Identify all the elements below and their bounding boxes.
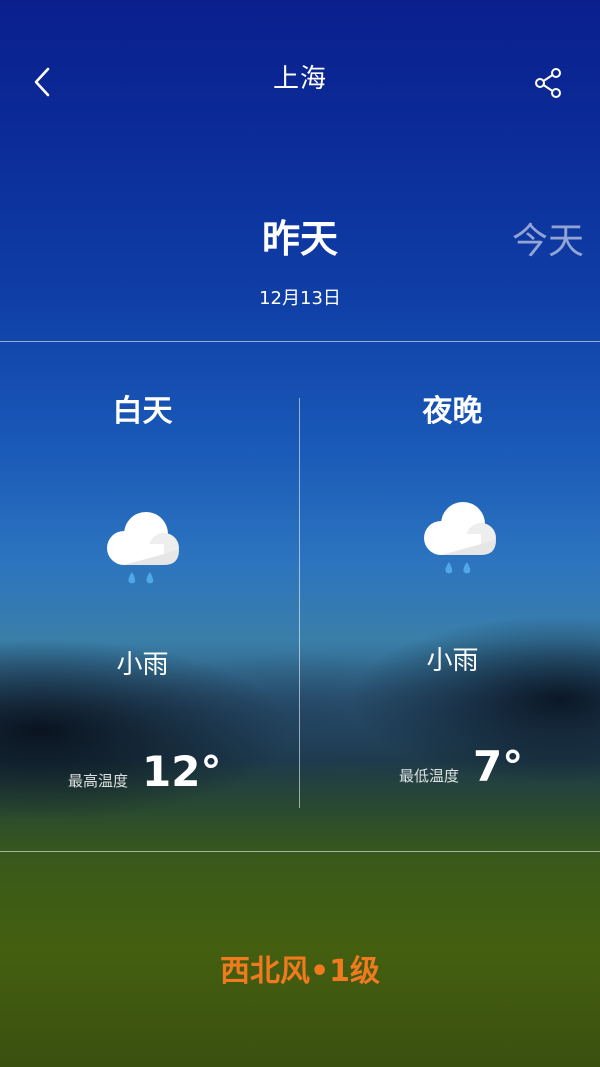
daytime-title: 白天 (112, 394, 173, 429)
night-panel: 夜晚 小雨 最低温度 7° (300, 342, 600, 850)
header-bar: 上海 (0, 0, 600, 160)
date-label: 12月13日 (259, 288, 341, 309)
daytime-panel: 白天 小雨 最高温度 12° (0, 342, 300, 850)
day-tab-yesterday[interactable]: 昨天 (200, 208, 400, 263)
high-temp-value: 12° (142, 747, 222, 796)
cloud-rain-icon (424, 502, 496, 574)
high-temp-label: 最高温度 (68, 772, 129, 790)
night-condition: 小雨 (426, 646, 479, 676)
share-button[interactable] (528, 62, 570, 104)
divider (0, 851, 600, 852)
low-temp-label: 最低温度 (399, 767, 460, 785)
low-temp-value: 7° (473, 742, 524, 791)
page-title: 上海 (272, 64, 327, 94)
share-icon (535, 68, 561, 98)
daytime-condition: 小雨 (116, 650, 169, 680)
night-title: 夜晚 (422, 394, 483, 429)
cloud-rain-icon (107, 512, 179, 584)
high-temp-row: 最高温度 12° (68, 747, 221, 796)
low-temp-row: 最低温度 7° (399, 742, 523, 791)
wind-info: 西北风•1级 (219, 954, 381, 989)
day-tab-today[interactable]: 今天 (512, 212, 584, 264)
